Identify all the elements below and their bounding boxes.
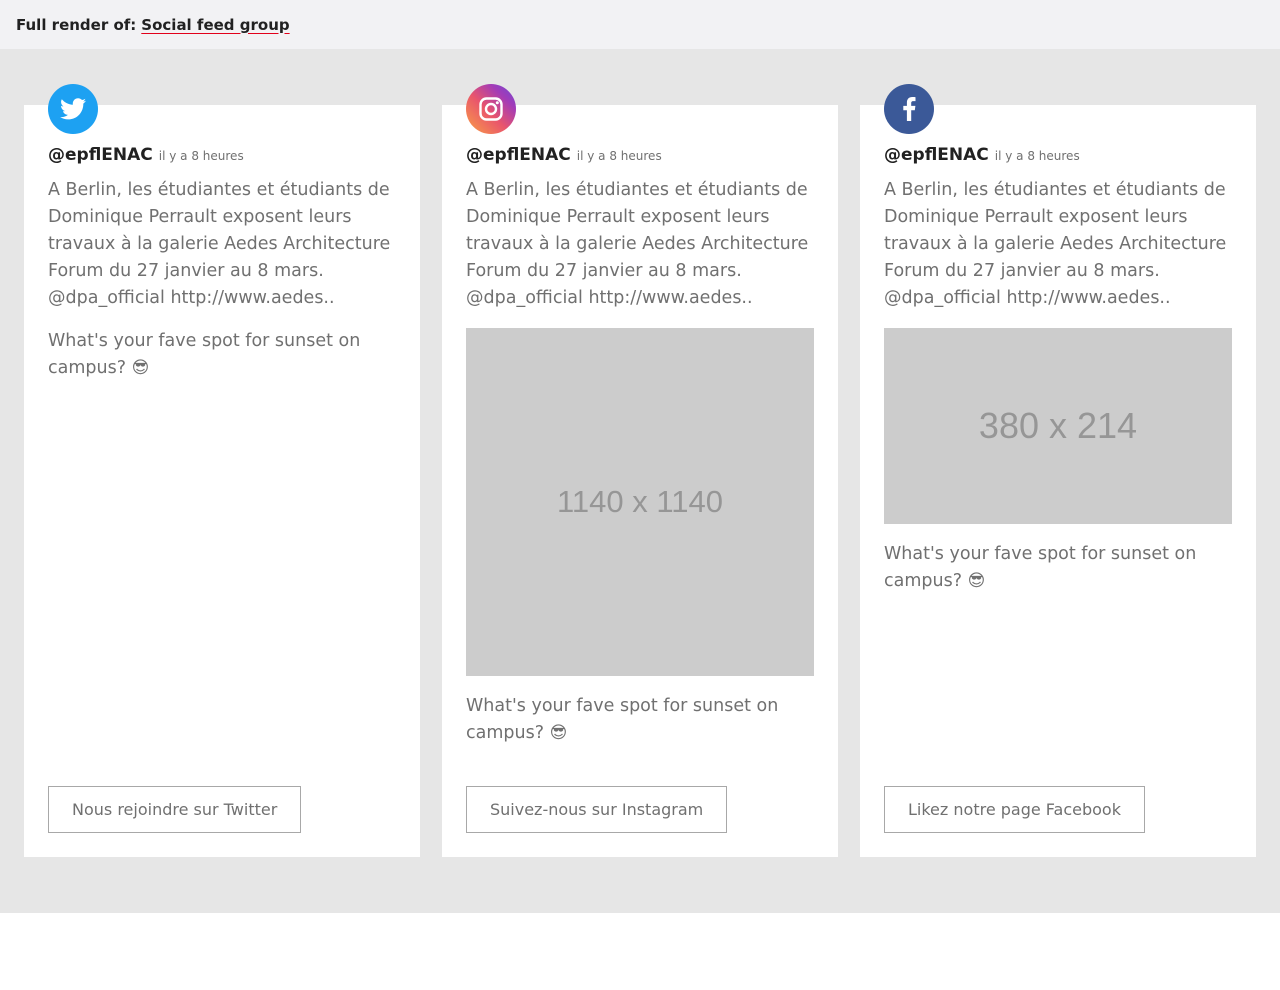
sunglasses-emoji-icon: 😎 — [549, 723, 568, 743]
post-text: A Berlin, les étudiantes et étudiants de… — [884, 180, 1227, 308]
post-text-secondary: What's your fave spot for sunset on camp… — [48, 328, 396, 382]
post-meta: @epflENAC il y a 8 heures — [48, 145, 244, 165]
post-handle[interactable]: @epflENAC — [884, 145, 989, 165]
post-handle[interactable]: @epflENAC — [466, 145, 571, 165]
sunglasses-emoji-icon: 😎 — [131, 358, 150, 378]
post-text: A Berlin, les étudiantes et étudiants de… — [466, 180, 809, 308]
facebook-card: @epflENAC il y a 8 heures A Berlin, les … — [860, 84, 1256, 857]
post-text-secondary-label: What's your fave spot for sunset on camp… — [884, 544, 1197, 591]
post-text-secondary: What's your fave spot for sunset on camp… — [466, 693, 814, 747]
sunglasses-emoji-icon: 😎 — [967, 571, 986, 591]
social-feed-group: @epflENAC il y a 8 heures A Berlin, les … — [0, 49, 1280, 913]
instagram-card: @epflENAC il y a 8 heures A Berlin, les … — [442, 84, 838, 857]
render-header-prefix: Full render of: — [16, 15, 137, 34]
post-meta: @epflENAC il y a 8 heures — [466, 145, 662, 165]
join-twitter-button[interactable]: Nous rejoindre sur Twitter — [48, 786, 302, 833]
like-facebook-button[interactable]: Likez notre page Facebook — [884, 786, 1145, 833]
render-header: Full render of: Social feed group — [0, 0, 1280, 49]
post-handle[interactable]: @epflENAC — [48, 145, 153, 165]
post-image-label: 1140 x 1140 — [556, 484, 724, 519]
instagram-camera-icon — [466, 84, 516, 134]
post-time: il y a 8 heures — [158, 149, 244, 163]
facebook-f-icon — [884, 84, 934, 134]
twitter-bird-icon — [48, 84, 98, 134]
post-time: il y a 8 heures — [994, 149, 1080, 163]
post-image[interactable]: 380 x 214 — [884, 328, 1232, 524]
post-text: A Berlin, les étudiantes et étudiants de… — [48, 180, 391, 308]
post-time: il y a 8 heures — [576, 149, 662, 163]
post-image-label: 380 x 214 — [978, 405, 1138, 446]
post-text-secondary: What's your fave spot for sunset on camp… — [884, 541, 1232, 595]
post-meta: @epflENAC il y a 8 heures — [884, 145, 1080, 165]
post-text-secondary-label: What's your fave spot for sunset on camp… — [466, 696, 779, 743]
social-feed-group-link[interactable]: Social feed group — [141, 16, 289, 34]
post-image[interactable]: 1140 x 1140 — [466, 328, 814, 676]
follow-instagram-button[interactable]: Suivez-nous sur Instagram — [466, 786, 728, 833]
twitter-card: @epflENAC il y a 8 heures A Berlin, les … — [24, 84, 420, 857]
post-text-secondary-label: What's your fave spot for sunset on camp… — [48, 331, 361, 378]
